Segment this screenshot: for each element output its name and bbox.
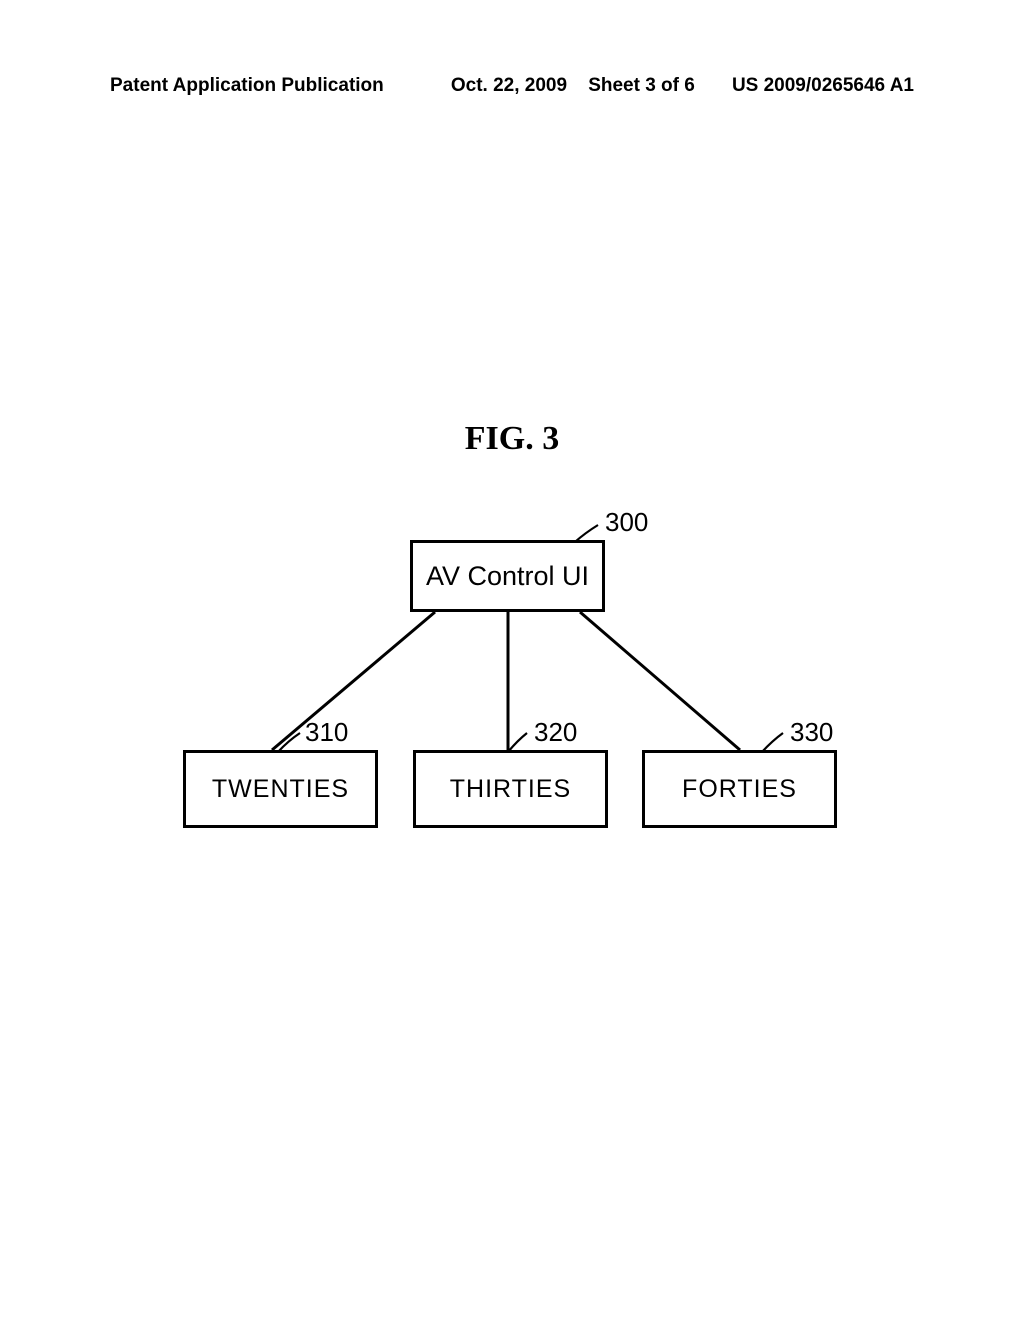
ref-num-twenties: 310	[305, 717, 348, 748]
child-node-label: THIRTIES	[450, 775, 571, 804]
header-sheet: Sheet 3 of 6	[588, 75, 695, 96]
hierarchy-diagram: AV Control UI 300 TWENTIES 310 THIRTIES …	[0, 495, 1024, 895]
ref-num-thirties: 320	[534, 717, 577, 748]
ref-num-root: 300	[605, 507, 648, 538]
child-node-twenties: TWENTIES	[183, 750, 378, 828]
figure-title: FIG. 3	[0, 420, 1024, 458]
child-node-label: FORTIES	[682, 775, 797, 804]
publication-label: Patent Application Publication	[110, 75, 384, 97]
root-node: AV Control UI	[410, 540, 605, 612]
page-header: Patent Application Publication Oct. 22, …	[0, 75, 1024, 97]
header-date: Oct. 22, 2009	[451, 75, 567, 96]
child-node-thirties: THIRTIES	[413, 750, 608, 828]
document-number: US 2009/0265646 A1	[732, 75, 914, 97]
header-date-sheet: Oct. 22, 2009 Sheet 3 of 6	[384, 75, 732, 97]
ref-num-forties: 330	[790, 717, 833, 748]
root-node-label: AV Control UI	[426, 561, 589, 592]
child-node-forties: FORTIES	[642, 750, 837, 828]
child-node-label: TWENTIES	[212, 775, 349, 804]
